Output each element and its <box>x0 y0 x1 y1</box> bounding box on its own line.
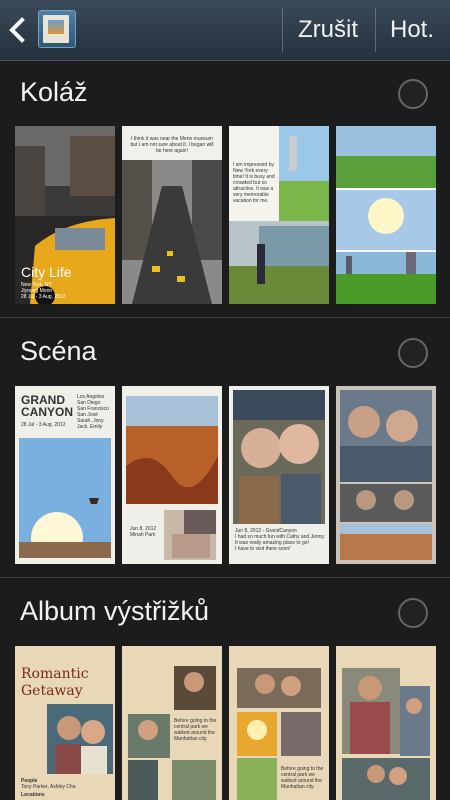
scrapbook-photos <box>342 668 430 800</box>
select-radio[interactable] <box>398 338 428 368</box>
central-park-photos <box>336 126 436 304</box>
section-title: Album výstřižků <box>20 596 210 626</box>
template-tile[interactable]: Before going to the central park we walk… <box>229 646 329 800</box>
helicopter-crew-photos <box>340 390 432 560</box>
template-tile[interactable]: Before going to the central park we walk… <box>122 646 222 800</box>
section-scrapbook[interactable]: Album výstřižků <box>0 582 450 642</box>
tile-caption: Jun 8, 2012 - GrandCanyon I had so much … <box>235 528 325 552</box>
template-tile[interactable] <box>336 646 436 800</box>
locations-label: Locations <box>21 792 45 798</box>
title-line: Romantic <box>21 666 89 682</box>
template-tile[interactable] <box>336 386 436 564</box>
action-bar: Zrušit Hot. <box>0 0 450 61</box>
place-text: Jack, Emily <box>77 424 103 430</box>
scrapbook-title: Romantic Getaway <box>21 666 89 700</box>
template-tile[interactable]: I think it was near the Meno museum but … <box>122 126 222 304</box>
author-text: Minah Park <box>130 532 156 538</box>
template-tile[interactable]: Jun 8, 2012 Minah Park <box>122 386 222 564</box>
title-line: Getaway <box>21 683 83 699</box>
date-text: 28 Jul - 3 Aug, 2012 <box>21 294 66 300</box>
collage-title: City Life <box>21 264 72 280</box>
tile-caption: I am impressed by New York every time! I… <box>233 162 275 204</box>
done-button[interactable]: Hot. <box>390 0 434 60</box>
tile-caption: Jun 8, 2012 Minah Park <box>130 526 156 538</box>
collage-subtitle: New York, NY Jiyoung Moon 28 Jul - 3 Aug… <box>21 282 65 300</box>
section-title: Scéna <box>20 336 97 366</box>
street-photo <box>122 160 222 304</box>
scene-title: GRAND CANYON <box>21 394 73 418</box>
section-collage[interactable]: Koláž <box>0 63 450 123</box>
template-tile[interactable]: City Life New York, NY Jiyoung Moon 28 J… <box>15 126 115 304</box>
template-tile[interactable]: Romantic Getaway People Tony Parker, Ash… <box>15 646 115 800</box>
caption-line: I have to visit there soon! <box>235 546 291 552</box>
section-title: Koláž <box>20 77 88 107</box>
date-text: 28 Jul - 3 Aug, 2012 <box>21 422 66 428</box>
places-list: Los Angeles San Diego San Francisco San … <box>77 394 113 430</box>
cancel-button[interactable]: Zrušit <box>298 0 358 60</box>
divider <box>282 8 283 52</box>
section-scene[interactable]: Scéna <box>0 322 450 382</box>
select-radio[interactable] <box>398 598 428 628</box>
template-tile[interactable] <box>336 126 436 304</box>
tile-caption: Before going to the central park we walk… <box>281 766 324 790</box>
divider <box>0 317 450 318</box>
helicopter-photo <box>19 438 111 558</box>
back-arrow-icon[interactable] <box>6 14 28 46</box>
divider <box>375 8 376 52</box>
park-photos <box>229 126 329 304</box>
title-line: CANYON <box>21 405 74 419</box>
select-radio[interactable] <box>398 79 428 109</box>
template-tile[interactable]: Jun 8, 2012 - GrandCanyon I had so much … <box>229 386 329 564</box>
template-tile[interactable]: I am impressed by New York every time! I… <box>229 126 329 304</box>
photo-album-icon <box>38 10 76 48</box>
couple-photo <box>47 704 113 774</box>
tile-caption: Before going to the central park we walk… <box>174 718 217 742</box>
people-text: Tony Parker, Ashley Cha <box>21 784 76 790</box>
divider <box>0 577 450 578</box>
template-tile[interactable]: GRAND CANYON 28 Jul - 3 Aug, 2012 Los An… <box>15 386 115 564</box>
